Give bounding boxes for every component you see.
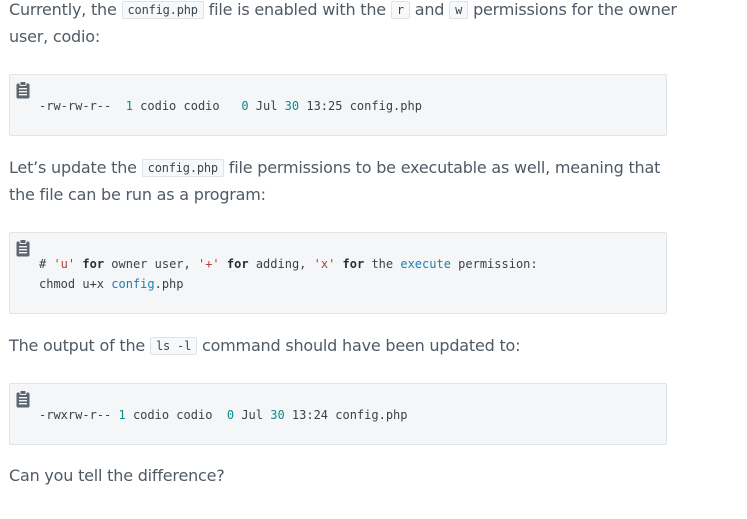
paragraph-current-permissions: Currently, the config.php file is enable…	[9, 0, 679, 50]
link-count: 1	[118, 408, 126, 422]
text: the	[364, 257, 401, 271]
time-filename: 13:24 config.php	[284, 408, 408, 422]
owner-group: codio codio	[125, 408, 227, 422]
month: Jul	[234, 408, 271, 422]
text: adding,	[248, 257, 314, 271]
inline-code-config-php: config.php	[121, 1, 204, 19]
code-line-comment: # 'u' for owner user, '+' for adding, 'x…	[39, 254, 538, 274]
text: permission:	[450, 257, 538, 271]
clipboard-icon[interactable]	[16, 239, 30, 257]
string-u: 'u'	[53, 257, 76, 271]
code-block-ls-output-before: -rw-rw-r-- 1 codio codio 0 Jul 30 13:25 …	[9, 74, 667, 136]
builtin-execute: execute	[400, 257, 451, 271]
paragraph-update-permissions: Let’s update the config.php file permiss…	[9, 155, 679, 208]
clipboard-icon[interactable]	[16, 81, 30, 99]
permissions: -rw-rw-r--	[39, 99, 126, 113]
day: 30	[270, 408, 285, 422]
day: 30	[284, 99, 300, 113]
text: file is enabled with the	[203, 0, 391, 19]
permissions: -rwxrw-r--	[39, 408, 119, 422]
month: Jul	[248, 99, 285, 113]
inline-code-r: r	[390, 1, 410, 19]
inline-code-ls-l: ls -l	[149, 337, 198, 355]
command: chmod u+x	[39, 277, 112, 291]
text: and	[409, 0, 450, 19]
text: Let’s update the	[9, 158, 142, 177]
file-size: 0	[241, 99, 249, 113]
code-line-chmod: chmod u+x config.php	[39, 274, 184, 294]
code-line: -rw-rw-r-- 1 codio codio 0 Jul 30 13:25 …	[39, 96, 422, 116]
keyword-for: for	[342, 257, 365, 271]
clipboard-icon[interactable]	[16, 390, 30, 408]
inline-code-w: w	[449, 1, 469, 19]
link-count: 1	[125, 99, 133, 113]
extension: .php	[154, 277, 184, 291]
inline-code-config-php: config.php	[141, 159, 224, 177]
paragraph-output-updated: The output of the ls -l command should h…	[9, 333, 679, 360]
keyword-for: for	[82, 257, 105, 271]
code-line: -rwxrw-r-- 1 codio codio 0 Jul 30 13:24 …	[39, 405, 408, 425]
keyword-for: for	[226, 257, 249, 271]
paragraph-difference-question: Can you tell the difference?	[9, 463, 679, 489]
text: owner user,	[104, 257, 198, 271]
config-name: config	[111, 277, 155, 291]
time-filename: 13:25 config.php	[299, 99, 422, 113]
code-block-ls-output-after: -rwxrw-r-- 1 codio codio 0 Jul 30 13:24 …	[9, 383, 667, 445]
text: Can you tell the difference?	[9, 466, 225, 485]
string-plus: '+'	[197, 257, 220, 271]
code-block-chmod-command: # 'u' for owner user, '+' for adding, 'x…	[9, 232, 667, 314]
string-x: 'x'	[313, 257, 336, 271]
owner-group: codio codio	[132, 99, 242, 113]
text: Currently, the	[9, 0, 122, 19]
text: command should have been updated to:	[197, 336, 521, 355]
text: The output of the	[9, 336, 150, 355]
comment-hash: #	[39, 257, 54, 271]
